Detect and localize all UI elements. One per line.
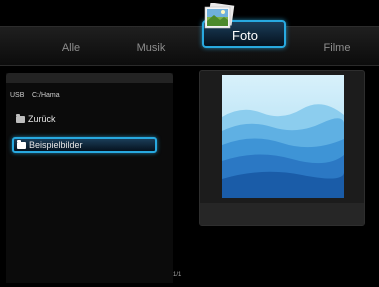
list-item-back[interactable]: Zurück (16, 111, 156, 127)
photo-preview-panel (199, 70, 365, 226)
path-directory: C:/Hama (32, 92, 60, 99)
media-category-tabbar: Alle Musik Foto Filme (0, 20, 379, 66)
folder-icon (16, 113, 25, 123)
tab-musik[interactable]: Musik (137, 42, 166, 54)
file-browser-header-bar (6, 73, 173, 83)
preview-info-bar (200, 203, 364, 225)
path-drive: USB (10, 92, 25, 99)
folder-icon (17, 139, 26, 149)
list-item-label: Beispielbilder (29, 140, 83, 150)
preview-thumbnail (222, 75, 344, 198)
list-item-beispielbilder[interactable]: Beispielbilder (12, 137, 157, 153)
photo-stack-icon (204, 3, 235, 29)
list-item-label: Zurück (28, 114, 56, 124)
file-browser-panel: USB C:/Hama Zurück Beispielbilder (6, 73, 173, 283)
tab-filme[interactable]: Filme (324, 42, 351, 54)
page-indicator: 1/1 (173, 272, 182, 278)
tab-alle[interactable]: Alle (62, 42, 80, 54)
